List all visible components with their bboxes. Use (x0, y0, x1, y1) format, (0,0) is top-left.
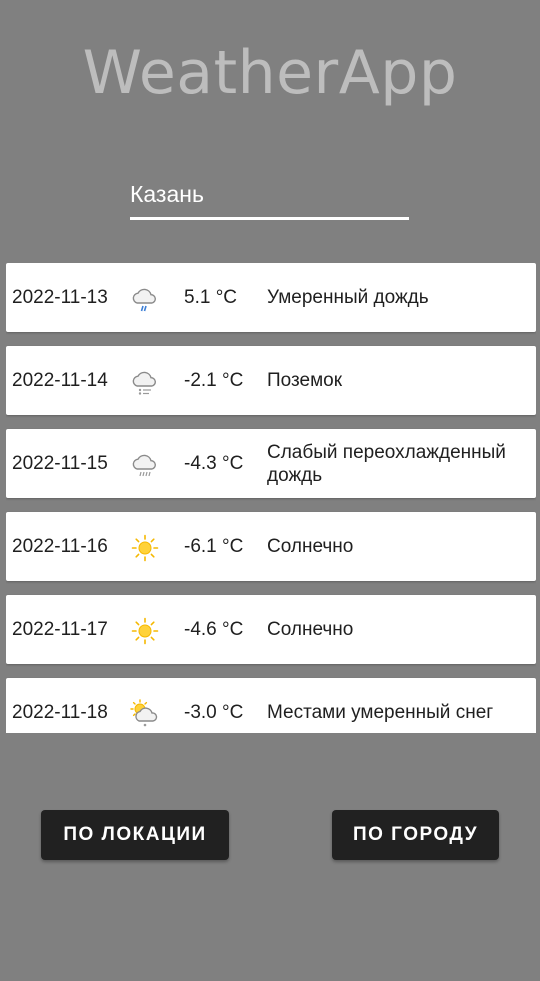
forecast-temp: -3.0 °C (184, 702, 244, 723)
sun-cloud-snow-icon (130, 699, 158, 727)
sun-icon (131, 534, 159, 562)
forecast-temp: -2.1 °C (184, 370, 244, 391)
cloud-freezing-drizzle-icon (132, 454, 156, 477)
forecast-date: 2022-11-15 (12, 453, 108, 474)
forecast-row: 2022-11-14 -2.1 °C Поземок (6, 346, 536, 415)
forecast-row: 2022-11-16 -6.1 °C Солнечно (6, 512, 536, 581)
forecast-temp: 5.1 °C (184, 287, 238, 308)
forecast-date: 2022-11-17 (12, 619, 108, 640)
sun-icon (131, 617, 159, 645)
forecast-date: 2022-11-14 (12, 370, 108, 391)
forecast-desc: Солнечно (267, 619, 354, 640)
forecast-row: 2022-11-17 -4.6 °C Солнечно (6, 595, 536, 664)
by-location-button[interactable]: ПО ЛОКАЦИИ (41, 810, 229, 860)
forecast-row: 2022-11-18 -3.0 °C Местами умеренный сне… (6, 678, 536, 733)
city-input[interactable] (130, 178, 409, 208)
forecast-desc: Поземок (267, 370, 343, 391)
forecast-list[interactable]: 2022-11-13 5.1 °C Умеренный дождь 2022-1… (6, 263, 536, 733)
cloud-drifting-snow-icon (132, 371, 156, 395)
forecast-desc: Солнечно (267, 536, 354, 557)
app-title: WeatherApp (82, 38, 458, 108)
forecast-date: 2022-11-13 (12, 287, 108, 308)
forecast-desc: Слабый переохлажденный дождь (267, 441, 506, 486)
forecast-desc: Умеренный дождь (267, 287, 429, 308)
forecast-temp: -4.6 °C (184, 619, 244, 640)
forecast-date: 2022-11-18 (12, 702, 108, 723)
city-field[interactable] (130, 178, 409, 220)
forecast-desc: Местами умеренный снег (267, 702, 494, 723)
forecast-temp: -4.3 °C (184, 453, 244, 474)
forecast-row: 2022-11-15 -4.3 °C Слабый переохлажденны… (6, 429, 536, 498)
forecast-temp: -6.1 °C (184, 536, 244, 557)
forecast-row: 2022-11-13 5.1 °C Умеренный дождь (6, 263, 536, 332)
by-city-button[interactable]: ПО ГОРОДУ (332, 810, 499, 860)
cloud-rain-icon (132, 288, 156, 312)
forecast-date: 2022-11-16 (12, 536, 108, 557)
